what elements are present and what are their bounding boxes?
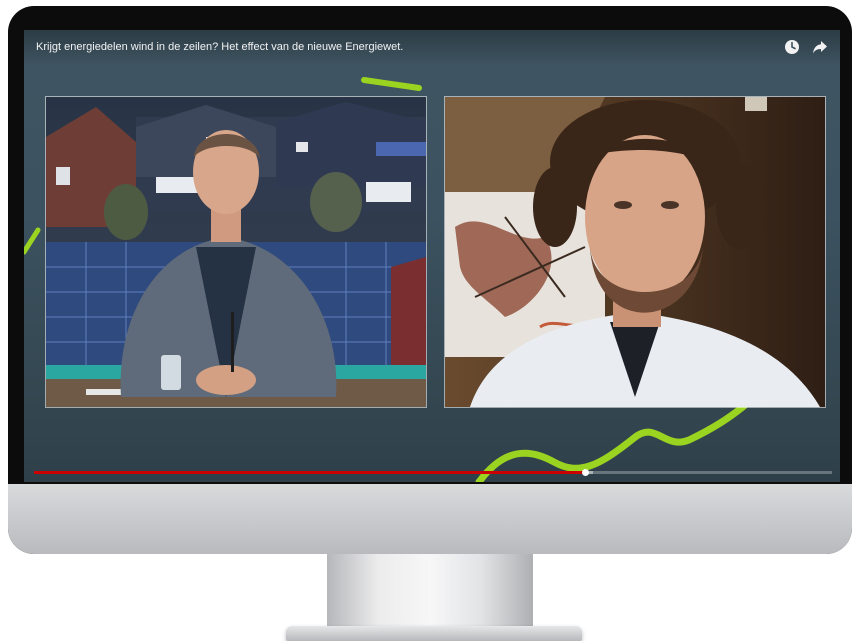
- monitor-chin: [8, 484, 852, 554]
- video-title-bar: Krijgt energiedelen wind in de zeilen? H…: [24, 30, 840, 66]
- scrubber-handle[interactable]: [581, 469, 589, 476]
- share-arrow-icon[interactable]: [812, 39, 828, 55]
- studio-presenter-image: [46, 97, 426, 407]
- monitor-stand: [327, 554, 533, 628]
- video-player[interactable]: Krijgt energiedelen wind in de zeilen? H…: [24, 30, 840, 482]
- monitor-stand-base: [286, 626, 582, 641]
- video-progress-bar[interactable]: [34, 469, 832, 476]
- clock-icon[interactable]: [784, 39, 800, 55]
- remote-guest-image: [445, 97, 825, 407]
- monitor-frame: Krijgt energiedelen wind in de zeilen? H…: [8, 6, 852, 554]
- video-panel-presenter: [45, 96, 427, 408]
- progress-played: [34, 471, 585, 474]
- video-title[interactable]: Krijgt energiedelen wind in de zeilen? H…: [36, 41, 403, 53]
- video-panel-guest: [444, 96, 826, 408]
